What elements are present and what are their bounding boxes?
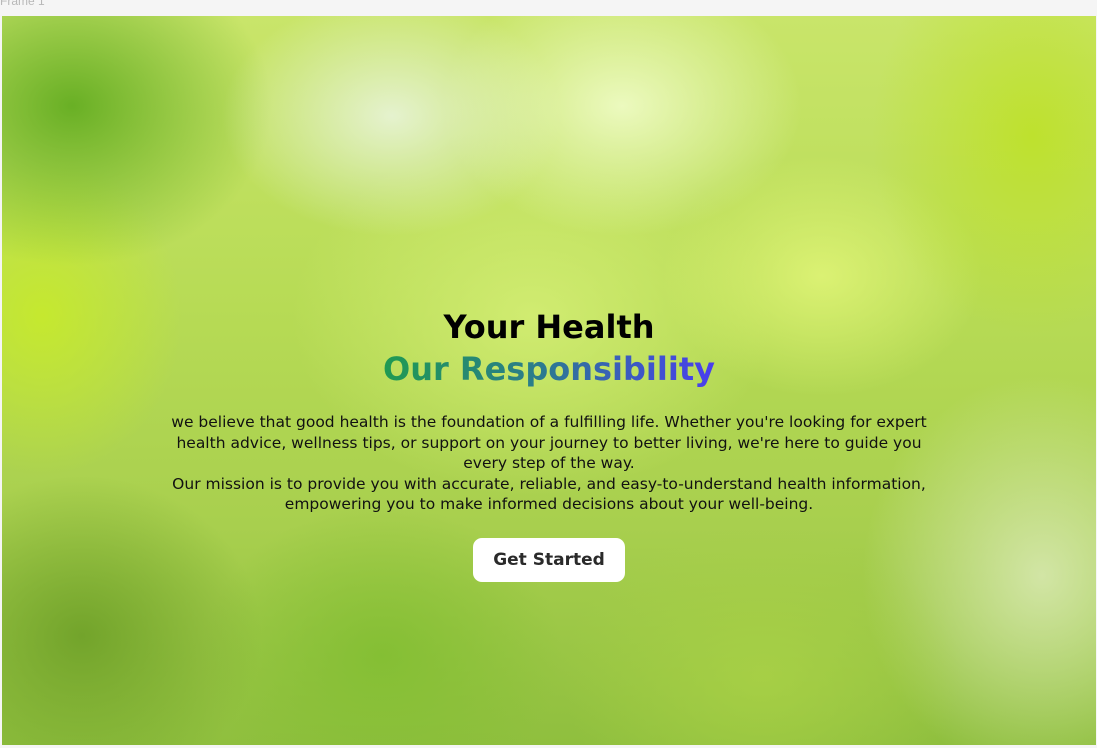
get-started-button[interactable]: Get Started — [473, 537, 625, 582]
hero-subtitle: Our Responsibility — [383, 350, 715, 388]
hero-title: Your Health — [443, 308, 655, 346]
hero-content: Your Health Our Responsibility we believ… — [2, 306, 1096, 582]
hero-frame: Your Health Our Responsibility we believ… — [2, 16, 1096, 745]
frame-label: Frame 1 — [0, 0, 45, 8]
hero-paragraph-2: Our mission is to provide you with accur… — [172, 474, 926, 514]
hero-description: we believe that good health is the found… — [169, 412, 929, 515]
hero-paragraph-1: we believe that good health is the found… — [171, 413, 927, 472]
